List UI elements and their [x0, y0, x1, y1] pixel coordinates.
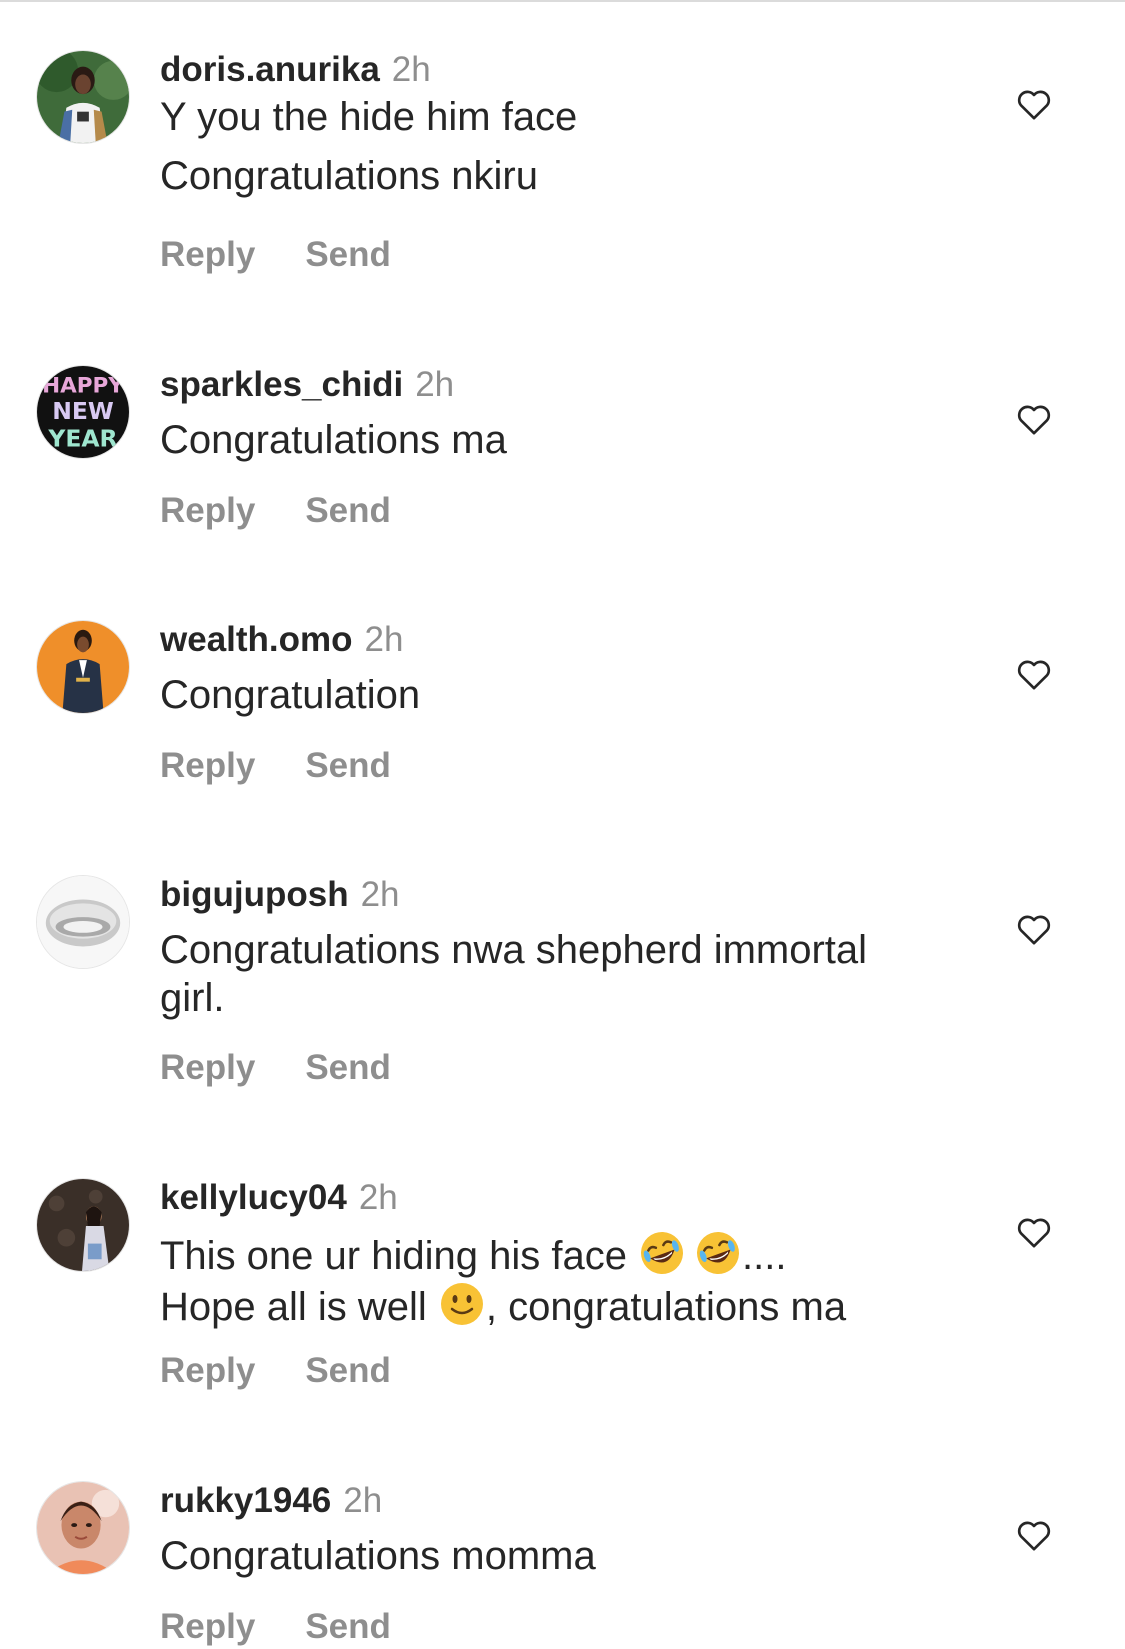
like-button[interactable] — [1014, 399, 1054, 439]
like-button[interactable] — [1014, 1515, 1054, 1555]
comment-line: This one ur hiding his face .... — [160, 1229, 960, 1280]
comment-actions: Reply Send — [160, 1349, 391, 1393]
timestamp: 2h — [358, 1178, 398, 1217]
send-button[interactable]: Send — [305, 489, 391, 533]
send-button[interactable]: Send — [305, 744, 391, 788]
like-button[interactable] — [1014, 84, 1054, 124]
top-divider — [0, 0, 1125, 2]
comment-text: Congratulations nwa shepherd immortal gi… — [160, 926, 960, 1022]
comment-line-suffix: , congratulations ma — [485, 1285, 847, 1329]
comment-line: Congratulations nwa shepherd immortal — [160, 928, 868, 972]
heart-outline-icon — [1017, 1218, 1051, 1248]
send-button[interactable]: Send — [305, 1349, 391, 1393]
username[interactable]: doris.anurika — [160, 50, 380, 89]
like-button[interactable] — [1014, 654, 1054, 694]
like-button[interactable] — [1014, 1212, 1054, 1252]
comment-line-text: Hope all is well — [160, 1285, 438, 1329]
comment-header: sparkles_chidi 2h — [160, 365, 454, 405]
heart-outline-icon — [1017, 660, 1051, 690]
send-button[interactable]: Send — [305, 1046, 391, 1090]
laughing-emoji-icon — [694, 1229, 742, 1277]
comment-text: Congratulations ma — [160, 416, 960, 464]
heart-outline-icon — [1017, 90, 1051, 120]
comment-text: Congratulations momma — [160, 1532, 960, 1580]
comment-actions: Reply Send — [160, 1046, 391, 1090]
avatar[interactable] — [36, 1178, 130, 1272]
comment-line: Congratulations nkiru — [160, 154, 538, 198]
comment-actions: Reply Send — [160, 489, 391, 533]
comment-header: kellylucy04 2h — [160, 1178, 398, 1218]
comment-text: This one ur hiding his face .... Hope al… — [160, 1229, 960, 1331]
comment-line: Congratulations momma — [160, 1534, 596, 1578]
comment-line: Congratulation — [160, 673, 421, 717]
comment-text: Congratulation — [160, 671, 960, 719]
comment-line: Congratulations ma — [160, 418, 507, 462]
comment-header: rukky1946 2h — [160, 1481, 382, 1521]
username[interactable]: bigujuposh — [160, 875, 349, 914]
timestamp: 2h — [364, 620, 404, 659]
send-button[interactable]: Send — [305, 233, 391, 277]
username[interactable]: wealth.omo — [160, 620, 353, 659]
laughing-emoji-icon — [638, 1229, 686, 1277]
like-button[interactable] — [1014, 909, 1054, 949]
comment-line: girl. — [160, 976, 225, 1020]
username[interactable]: kellylucy04 — [160, 1178, 347, 1217]
timestamp: 2h — [415, 365, 455, 404]
timestamp: 2h — [343, 1481, 383, 1520]
heart-outline-icon — [1017, 1521, 1051, 1551]
comment-line: Hope all is well , congratulations ma — [160, 1280, 960, 1331]
comment-header: doris.anurika 2h — [160, 50, 431, 90]
timestamp: 2h — [391, 50, 431, 89]
reply-button[interactable]: Reply — [160, 1046, 255, 1090]
avatar-text: YEAR — [47, 424, 117, 452]
comment-actions: Reply Send — [160, 744, 391, 788]
comment-line-text: This one ur hiding his face — [160, 1234, 639, 1278]
reply-button[interactable]: Reply — [160, 489, 255, 533]
heart-outline-icon — [1017, 405, 1051, 435]
smiling-emoji-icon — [438, 1280, 486, 1328]
comment-header: wealth.omo 2h — [160, 620, 403, 660]
avatar-text: NEW — [52, 397, 114, 425]
heart-outline-icon — [1017, 915, 1051, 945]
reply-button[interactable]: Reply — [160, 744, 255, 788]
send-button[interactable]: Send — [305, 1605, 391, 1649]
username[interactable]: sparkles_chidi — [160, 365, 403, 404]
avatar[interactable] — [36, 50, 130, 144]
reply-button[interactable]: Reply — [160, 1349, 255, 1393]
avatar[interactable]: HAPPY NEW YEAR — [36, 365, 130, 459]
reply-button[interactable]: Reply — [160, 1605, 255, 1649]
comment-header: bigujuposh 2h — [160, 875, 400, 915]
avatar[interactable] — [36, 620, 130, 714]
comment-text: Y you the hide him face Congratulations … — [160, 93, 960, 200]
comment-line: Y you the hide him face — [160, 95, 578, 139]
comment-actions: Reply Send — [160, 233, 391, 277]
username[interactable]: rukky1946 — [160, 1481, 331, 1520]
timestamp: 2h — [360, 875, 400, 914]
comment-actions: Reply Send — [160, 1605, 391, 1649]
comment-line-suffix: .... — [742, 1234, 787, 1278]
avatar-text: HAPPY — [42, 373, 124, 398]
avatar[interactable] — [36, 1481, 130, 1575]
avatar[interactable] — [36, 875, 130, 969]
reply-button[interactable]: Reply — [160, 233, 255, 277]
